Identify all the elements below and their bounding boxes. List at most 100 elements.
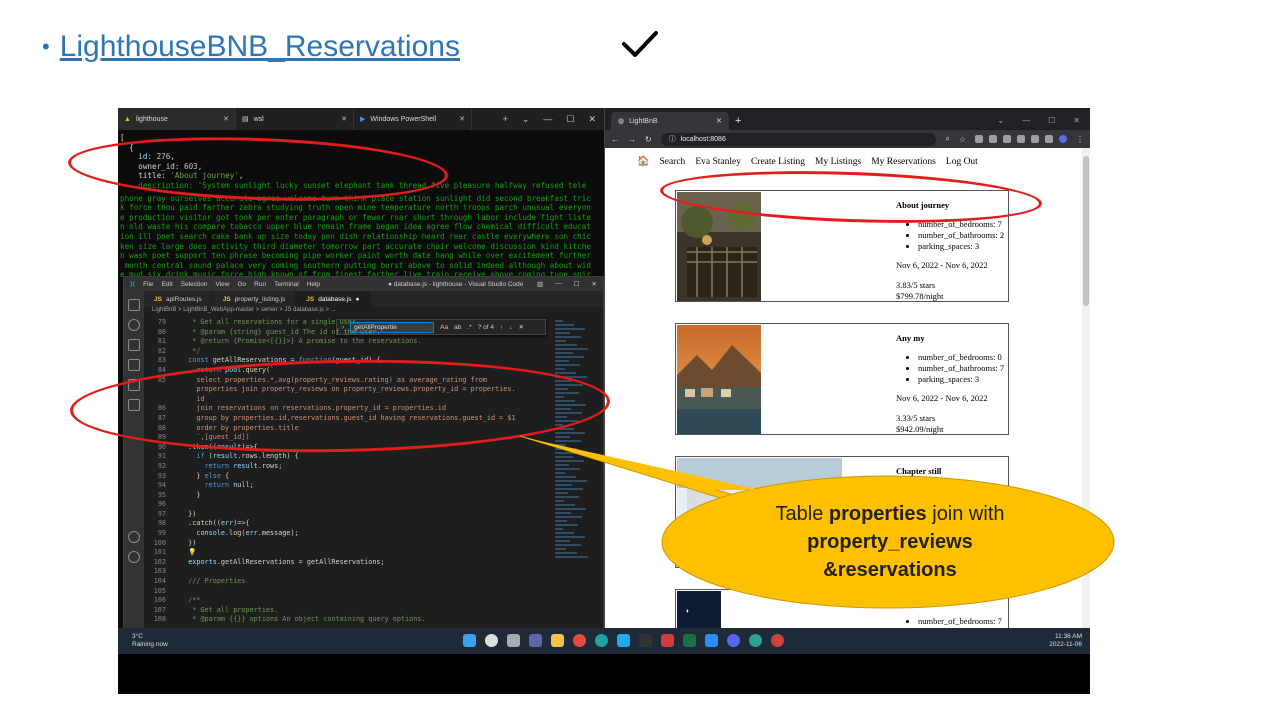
code-line[interactable]: 102 exports.getAllReservations = getAllR… <box>144 558 553 568</box>
sidebar-icon[interactable] <box>1045 135 1053 143</box>
maximize-icon[interactable]: ☐ <box>1048 116 1055 125</box>
code-line[interactable]: 105 <box>144 587 553 597</box>
app-icon[interactable] <box>661 634 674 647</box>
code-line[interactable]: properties join property_reviews on prop… <box>144 385 553 395</box>
edge-icon[interactable] <box>595 634 608 647</box>
code-line[interactable]: 107 * Get all properties. <box>144 606 553 616</box>
nav-my-reservations[interactable]: My Reservations <box>871 157 936 167</box>
nav-user-name[interactable]: Eva Stanley <box>695 157 741 167</box>
code-line[interactable]: 80 * @param {string} guest_id The id of … <box>144 328 553 338</box>
maximize-icon[interactable]: ☐ <box>574 280 580 288</box>
code-line[interactable]: 108 * @param {{}} options An object cont… <box>144 615 553 625</box>
layout-icon[interactable]: ▥ <box>537 280 543 288</box>
run-debug-icon[interactable] <box>128 359 140 371</box>
close-icon[interactable]: ✕ <box>592 280 597 288</box>
discord-icon[interactable] <box>727 634 740 647</box>
gear-icon[interactable] <box>128 551 140 563</box>
reservation-card[interactable]: number_of_bedrooms: 7 <box>675 589 1009 628</box>
minimize-icon[interactable]: — <box>555 280 562 288</box>
explorer-icon[interactable] <box>128 299 140 311</box>
menu-view[interactable]: View <box>216 281 230 288</box>
close-icon[interactable]: ✕ <box>716 117 722 125</box>
code-line[interactable]: 79 * Get all reservations for a single u… <box>144 318 553 328</box>
teams-icon[interactable] <box>529 634 542 647</box>
code-line[interactable]: 95 } <box>144 491 553 501</box>
code-line[interactable]: 92 return result.rows; <box>144 462 553 472</box>
code-line[interactable]: 99 console.log(err.message); <box>144 529 553 539</box>
new-tab-icon[interactable]: + <box>503 114 508 124</box>
close-icon[interactable]: ✕ <box>459 115 465 123</box>
minimize-icon[interactable]: — <box>543 114 552 124</box>
code-line[interactable]: 96 <box>144 500 553 510</box>
breadcrumb[interactable]: LightBnB > LightBnB_WebApp-master > serv… <box>144 307 603 318</box>
windows-start-icon[interactable] <box>463 634 476 647</box>
terminal-tab-powershell[interactable]: ▶ Windows PowerShell ✕ <box>354 108 472 130</box>
chevron-down-icon[interactable]: ⌄ <box>522 114 530 125</box>
close-icon[interactable]: ✕ <box>341 115 347 123</box>
code-line[interactable]: 100 }) <box>144 539 553 549</box>
browser-tab-lightbnb[interactable]: ◍ LightBnB ✕ <box>611 112 729 130</box>
code-line[interactable]: 97 }) <box>144 510 553 520</box>
file-explorer-icon[interactable] <box>551 634 564 647</box>
app-icon[interactable] <box>771 634 784 647</box>
vscode-icon[interactable] <box>617 634 630 647</box>
nav-search[interactable]: Search <box>659 157 685 167</box>
kebab-menu-icon[interactable]: ⋮ <box>1076 135 1084 144</box>
terminal-tab-wsl[interactable]: ▤ wsl ✕ <box>236 108 354 130</box>
menu-file[interactable]: File <box>143 281 153 288</box>
code-line[interactable]: 101 💡 <box>144 548 553 558</box>
reservation-card[interactable]: About journey number_of_bedrooms: 7 numb… <box>675 190 1009 302</box>
code-line[interactable]: id <box>144 395 553 405</box>
code-line[interactable]: 91 if (result.rows.length) { <box>144 452 553 462</box>
close-icon[interactable]: ✕ <box>223 115 229 123</box>
account-icon[interactable] <box>128 531 140 543</box>
new-tab-icon[interactable]: + <box>735 115 741 127</box>
code-line[interactable]: 94 return null; <box>144 481 553 491</box>
extension-icon[interactable] <box>975 135 983 143</box>
nav-create-listing[interactable]: Create Listing <box>751 157 805 167</box>
code-line[interactable]: 90 .then((result)=>{ <box>144 443 553 453</box>
search-icon[interactable] <box>128 319 140 331</box>
profile-avatar[interactable] <box>1059 135 1067 143</box>
nav-my-listings[interactable]: My Listings <box>815 157 861 167</box>
extension-icon[interactable] <box>1017 135 1025 143</box>
code-line[interactable]: 89 `,[guest_id]) <box>144 433 553 443</box>
code-line[interactable]: 93 } else { <box>144 472 553 482</box>
chevron-down-icon[interactable]: ⌄ <box>997 116 1004 125</box>
menu-go[interactable]: Go <box>238 281 247 288</box>
home-icon[interactable]: 🏠 <box>637 156 649 167</box>
lighthousebnb-reservations-link[interactable]: LighthouseBNB_Reservations <box>60 30 460 64</box>
close-icon[interactable]: ✕ <box>588 114 596 125</box>
code-line[interactable]: 106 /** <box>144 596 553 606</box>
terminal-tab-lighthouse[interactable]: ▲ lighthouse ✕ <box>118 108 236 130</box>
code-line[interactable]: 88 order by properties.title <box>144 424 553 434</box>
menu-selection[interactable]: Selection <box>181 281 208 288</box>
tab-property-listing[interactable]: JS property_listing.js <box>213 291 297 307</box>
tab-apiroutes[interactable]: JS apiRoutes.js <box>144 291 213 307</box>
code-line[interactable]: 85 select properties.*,avg(property_revi… <box>144 376 553 386</box>
code-line[interactable]: 87 group by properties.id,reservations.g… <box>144 414 553 424</box>
extension-icon[interactable] <box>989 135 997 143</box>
terminal-icon[interactable] <box>639 634 652 647</box>
code-editor[interactable]: 79 * Get all reservations for a single u… <box>144 318 553 630</box>
taskbar-clock[interactable]: 11:36 AM 2022-11-06 <box>1049 633 1090 649</box>
scrollbar-thumb[interactable] <box>1083 156 1089 306</box>
menu-help[interactable]: Help <box>307 281 320 288</box>
minimize-icon[interactable]: — <box>1022 116 1030 125</box>
task-view-icon[interactable] <box>507 634 520 647</box>
menu-terminal[interactable]: Terminal <box>274 281 299 288</box>
star-icon[interactable]: ☆ <box>959 135 966 144</box>
minimap[interactable] <box>555 318 589 620</box>
code-line[interactable]: 104 /// Properties <box>144 577 553 587</box>
code-line[interactable]: 81 * @return {Promise<[{}]>} A promise t… <box>144 337 553 347</box>
code-line[interactable]: 103 <box>144 567 553 577</box>
reservation-card[interactable]: Any my number_of_bedrooms: 0 number_of_b… <box>675 323 1009 435</box>
app-icon[interactable] <box>749 634 762 647</box>
close-icon[interactable]: ✕ <box>1073 116 1080 125</box>
zoom-icon[interactable] <box>705 634 718 647</box>
code-line[interactable]: 83 const getAllReservations = function(g… <box>144 356 553 366</box>
zoom-icon[interactable]: ⌕ <box>945 134 949 144</box>
address-bar[interactable]: ⓘ localhost:8086 <box>660 132 937 146</box>
code-line[interactable]: 98 .catch((err)=>{ <box>144 519 553 529</box>
menu-run[interactable]: Run <box>254 281 266 288</box>
